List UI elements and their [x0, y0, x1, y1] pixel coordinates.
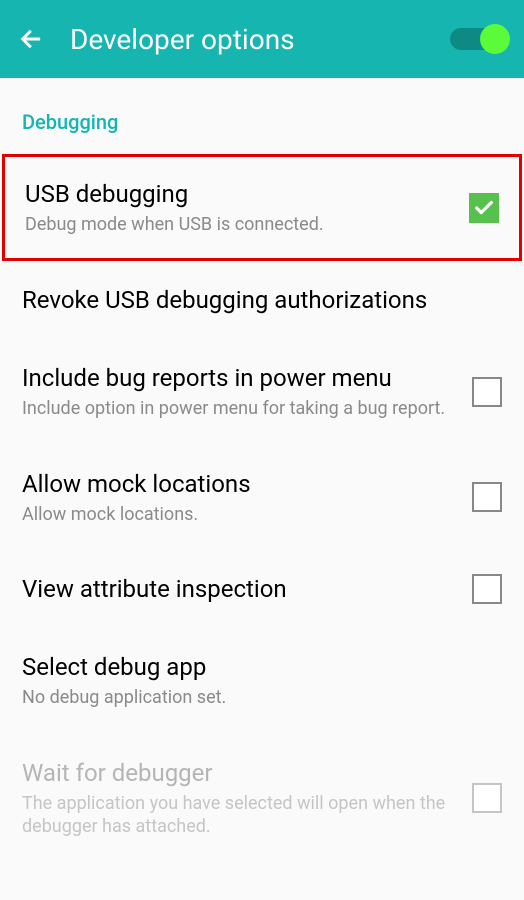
item-title: View attribute inspection — [22, 574, 456, 604]
item-title: Select debug app — [22, 652, 486, 682]
page-title: Developer options — [70, 23, 295, 56]
checkbox-usb-debugging[interactable] — [469, 193, 499, 223]
checkbox-mock-locations[interactable] — [472, 482, 502, 512]
item-usb-debugging[interactable]: USB debugging Debug mode when USB is con… — [2, 154, 522, 261]
item-title: Include bug reports in power menu — [22, 363, 456, 393]
app-header: Developer options — [0, 0, 524, 78]
item-text: Wait for debugger The application you ha… — [22, 758, 472, 839]
item-text: Revoke USB debugging authorizations — [22, 285, 502, 315]
item-subtitle: Allow mock locations. — [22, 503, 456, 526]
checkbox-bug-reports[interactable] — [472, 377, 502, 407]
item-text: Select debug app No debug application se… — [22, 652, 502, 709]
master-toggle[interactable] — [450, 28, 506, 50]
item-subtitle: Debug mode when USB is connected. — [25, 213, 453, 236]
item-title: Wait for debugger — [22, 758, 456, 788]
item-text: View attribute inspection — [22, 574, 472, 604]
toggle-knob — [480, 24, 510, 54]
item-subtitle: The application you have selected will o… — [22, 792, 456, 839]
item-wait-debugger: Wait for debugger The application you ha… — [0, 734, 524, 863]
item-attribute-inspection[interactable]: View attribute inspection — [0, 550, 524, 628]
back-icon[interactable] — [18, 25, 46, 53]
item-subtitle: Include option in power menu for taking … — [22, 397, 456, 420]
item-text: Allow mock locations Allow mock location… — [22, 469, 472, 526]
item-mock-locations[interactable]: Allow mock locations Allow mock location… — [0, 445, 524, 550]
item-title: Revoke USB debugging authorizations — [22, 285, 486, 315]
item-text: USB debugging Debug mode when USB is con… — [25, 179, 469, 236]
checkbox-wait-debugger — [472, 783, 502, 813]
item-revoke-auth[interactable]: Revoke USB debugging authorizations — [0, 261, 524, 339]
check-icon — [473, 197, 495, 219]
item-title: USB debugging — [25, 179, 453, 209]
item-title: Allow mock locations — [22, 469, 456, 499]
item-bug-reports[interactable]: Include bug reports in power menu Includ… — [0, 339, 524, 444]
item-select-debug-app[interactable]: Select debug app No debug application se… — [0, 628, 524, 733]
settings-list: Debugging USB debugging Debug mode when … — [0, 78, 524, 862]
section-header-debugging: Debugging — [0, 78, 524, 154]
item-subtitle: No debug application set. — [22, 686, 486, 709]
item-text: Include bug reports in power menu Includ… — [22, 363, 472, 420]
checkbox-attribute-inspection[interactable] — [472, 574, 502, 604]
